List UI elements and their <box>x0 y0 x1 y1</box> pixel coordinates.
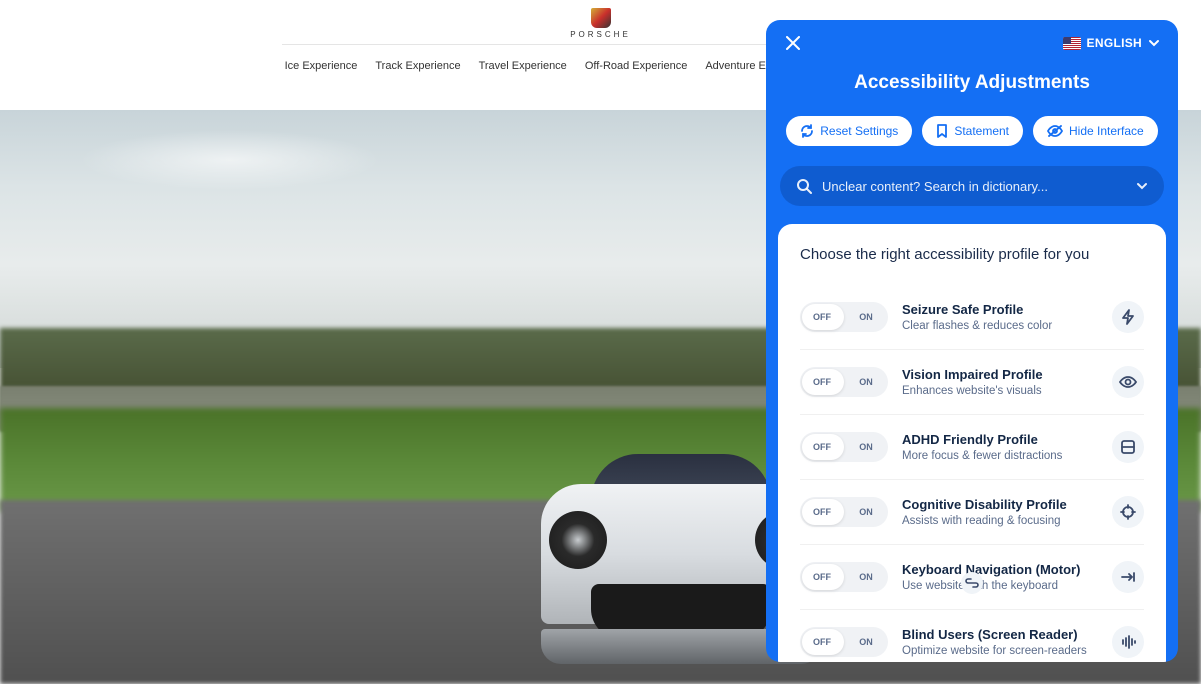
search-placeholder: Unclear content? Search in dictionary... <box>822 179 1126 194</box>
brand-logo[interactable]: PORSCHE <box>570 8 631 39</box>
eye-off-icon <box>1047 124 1063 138</box>
profile-name: Cognitive Disability Profile <box>902 497 1098 512</box>
panel-title: Accessibility Adjustments <box>784 72 1160 94</box>
toggle-cognitive[interactable]: OFF ON <box>800 497 888 527</box>
bookmark-icon <box>936 124 948 138</box>
toggle-vision[interactable]: OFF ON <box>800 367 888 397</box>
toggle-seizure[interactable]: OFF ON <box>800 302 888 332</box>
language-label: ENGLISH <box>1087 36 1142 50</box>
hide-interface-button[interactable]: Hide Interface <box>1033 116 1158 146</box>
close-icon <box>786 36 800 50</box>
profile-name: Vision Impaired Profile <box>902 367 1098 382</box>
profile-desc: Use website with the keyboard <box>902 580 1098 592</box>
flag-us-icon <box>1063 37 1081 50</box>
profile-name: Seizure Safe Profile <box>902 302 1098 317</box>
brand-name: PORSCHE <box>570 30 631 39</box>
audio-icon <box>1112 626 1144 658</box>
profile-desc: Clear flashes & reduces color <box>902 320 1098 332</box>
accessibility-panel: ENGLISH Accessibility Adjustments Reset … <box>766 20 1178 662</box>
bolt-icon <box>1112 301 1144 333</box>
profile-row-cognitive: OFF ON Cognitive Disability Profile Assi… <box>800 480 1144 545</box>
reset-settings-button[interactable]: Reset Settings <box>786 116 912 146</box>
dictionary-search[interactable]: Unclear content? Search in dictionary... <box>780 166 1164 206</box>
search-icon <box>796 178 812 194</box>
nav-travel-experience[interactable]: Travel Experience <box>479 60 567 72</box>
frame-icon <box>1112 431 1144 463</box>
toggle-keyboard[interactable]: OFF ON <box>800 562 888 592</box>
profile-desc: More focus & fewer distractions <box>902 450 1098 462</box>
close-button[interactable] <box>784 34 802 52</box>
tab-icon <box>1112 561 1144 593</box>
link-icon <box>961 572 983 594</box>
profile-row-vision: OFF ON Vision Impaired Profile Enhances … <box>800 350 1144 415</box>
profile-name: Keyboard Navigation (Motor) <box>902 562 1098 577</box>
nav-offroad-experience[interactable]: Off-Road Experience <box>585 60 688 72</box>
statement-button[interactable]: Statement <box>922 116 1023 146</box>
profile-desc: Assists with reading & focusing <box>902 515 1098 527</box>
profile-name: ADHD Friendly Profile <box>902 432 1098 447</box>
profile-desc: Enhances website's visuals <box>902 385 1098 397</box>
nav-track-experience[interactable]: Track Experience <box>375 60 460 72</box>
language-selector[interactable]: ENGLISH <box>1063 36 1160 50</box>
nav-ice-experience[interactable]: Ice Experience <box>285 60 358 72</box>
profiles-card: Choose the right accessibility profile f… <box>778 224 1166 662</box>
chevron-down-icon <box>1148 39 1160 47</box>
profile-row-blind: OFF ON Blind Users (Screen Reader) Optim… <box>800 610 1144 662</box>
profiles-heading: Choose the right accessibility profile f… <box>800 246 1144 263</box>
profile-row-adhd: OFF ON ADHD Friendly Profile More focus … <box>800 415 1144 480</box>
target-icon <box>1112 496 1144 528</box>
refresh-icon <box>800 124 814 138</box>
profile-row-seizure: OFF ON Seizure Safe Profile Clear flashe… <box>800 285 1144 350</box>
eye-icon <box>1112 366 1144 398</box>
toggle-adhd[interactable]: OFF ON <box>800 432 888 462</box>
chevron-down-icon <box>1136 182 1148 190</box>
porsche-crest-icon <box>591 8 611 28</box>
profile-name: Blind Users (Screen Reader) <box>902 627 1098 642</box>
toggle-blind[interactable]: OFF ON <box>800 627 888 657</box>
profile-desc: Optimize website for screen-readers <box>902 645 1098 657</box>
